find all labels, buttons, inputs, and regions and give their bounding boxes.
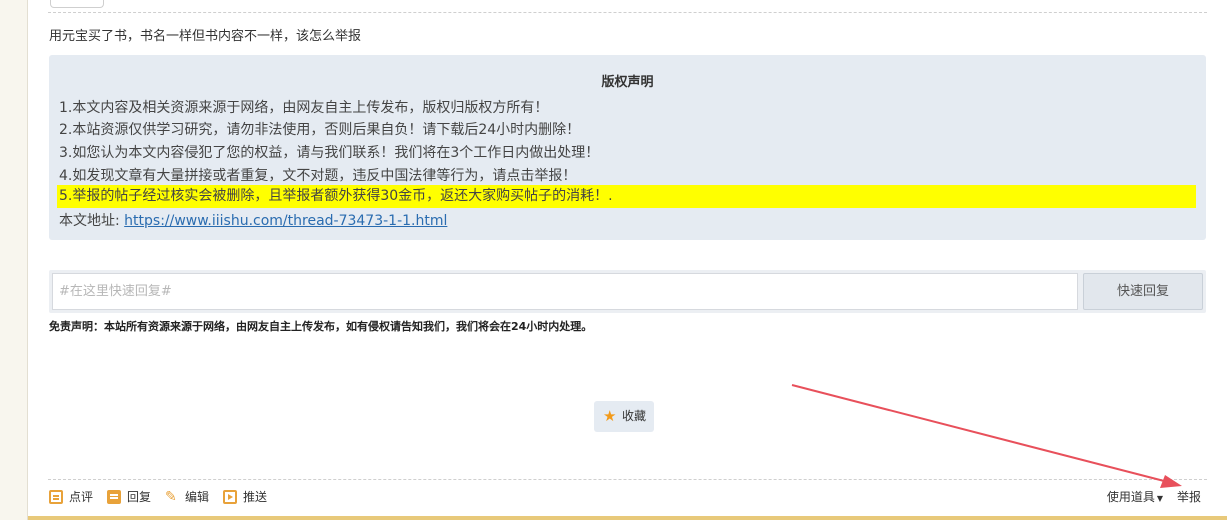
push-label: 推送 [243, 490, 268, 504]
address-label: 本文地址: [59, 213, 125, 229]
reply-icon [107, 489, 122, 504]
quick-reply-button[interactable]: 快速回复 [1083, 273, 1203, 310]
report-link[interactable]: 举报 [1177, 488, 1201, 505]
caret-down-icon: ▼ [1156, 494, 1163, 503]
copyright-line-3: 3.如您认为本文内容侵犯了您的权益，请与我们联系！我们将在3个工作日内做出处理！ [59, 145, 600, 161]
copyright-line-4: 4.如发现文章有大量拼接或者重复，文不对题，违反中国法律等行为，请点击举报！ [59, 168, 577, 184]
copyright-panel: 版权声明 1.本文内容及相关资源来源于网络，由网友自主上传发布，版权归版权方所有… [49, 55, 1206, 240]
post-content: ▞▚ 用元宝买了书，书名一样但书内容不一样，该怎么举报 版权声明 1.本文内容及… [28, 0, 1227, 516]
favorite-button[interactable]: ★ 收藏 [594, 401, 654, 432]
tools-menu[interactable]: 使用道具 ▼ [1107, 488, 1163, 505]
copyright-line-1: 1.本文内容及相关资源来源于网络，由网友自主上传发布，版权归版权方所有！ [59, 100, 549, 116]
push-action[interactable]: 推送 [223, 488, 267, 505]
star-icon: ★ [603, 407, 617, 425]
quick-reply-box: #在这里快速回复# 快速回复 [49, 270, 1206, 313]
post-body-text: 用元宝买了书，书名一样但书内容不一样，该怎么举报 [49, 29, 362, 44]
top-button-stub[interactable]: ▞▚ [50, 0, 104, 8]
reply-label: 回复 [127, 490, 152, 504]
divider-bottom [48, 479, 1207, 480]
copyright-address: 本文地址: https://www.iiishu.com/thread-7347… [59, 210, 447, 230]
disclaimer-text: 免责声明：本站所有资源来源于网络，由网友自主上传发布，如有侵权请告知我们，我们将… [49, 320, 593, 333]
copyright-line-5-highlight: 5.举报的帖子经过核实会被删除，且举报者额外获得30金币，返还大家购买帖子的消耗… [57, 185, 1196, 208]
quick-reply-input[interactable]: #在这里快速回复# [52, 273, 1078, 310]
left-gutter [0, 0, 28, 520]
post-tools: 使用道具 ▼ 举报 [1107, 488, 1201, 505]
edit-action[interactable]: ✎ 编辑 [165, 488, 209, 505]
comment-action[interactable]: 点评 [49, 488, 93, 505]
comment-label: 点评 [69, 490, 94, 504]
copyright-title: 版权声明 [601, 75, 654, 90]
comment-icon [49, 489, 63, 504]
bottom-border [28, 516, 1227, 520]
push-icon [223, 489, 238, 504]
reply-action[interactable]: 回复 [107, 488, 151, 505]
copyright-line-2: 2.本站资源仅供学习研究，请勿非法使用，否则后果自负！请下载后24小时内删除！ [59, 122, 581, 138]
edit-label: 编辑 [185, 490, 210, 504]
pencil-icon: ✎ [165, 488, 177, 505]
favorite-label: 收藏 [622, 409, 647, 423]
address-link[interactable]: https://www.iiishu.com/thread-73473-1-1.… [124, 213, 447, 229]
divider-top [48, 12, 1207, 13]
post-actions: 点评 回复 ✎ 编辑 推送 [49, 488, 267, 505]
tools-label: 使用道具 [1106, 490, 1155, 504]
